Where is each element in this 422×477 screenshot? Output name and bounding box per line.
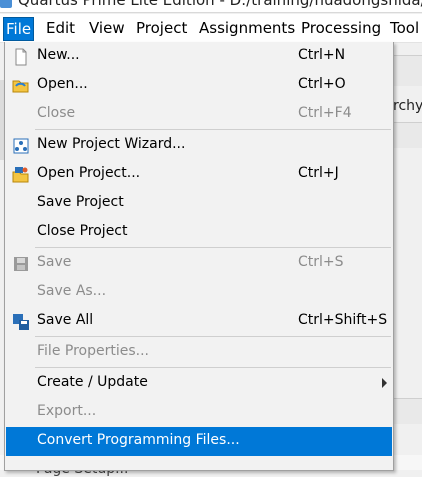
menu-item-save-all[interactable]: Save All Ctrl+Shift+S [6,307,392,336]
menu-item-file-properties[interactable]: File Properties... [6,338,392,367]
menu-tools[interactable]: Tool [388,17,421,39]
menu-separator [35,367,391,368]
menu-item-open-project[interactable]: Open Project... Ctrl+J [6,160,392,189]
menu-item-shortcut: Ctrl+S [298,254,344,270]
menu-item-new[interactable]: New... Ctrl+N [6,42,392,71]
menu-item-save[interactable]: Save Ctrl+S [6,249,392,278]
new-file-icon [12,48,30,66]
menu-item-label: Save All [37,312,94,328]
menu-file[interactable]: File [3,17,35,41]
open-folder-icon [12,77,30,95]
open-project-icon [12,166,30,184]
menu-item-shortcut: Ctrl+F4 [298,105,352,121]
menu-item-label: Open Project... [37,165,141,181]
menu-item-label: Close [37,105,76,121]
menu-view[interactable]: View [87,17,127,39]
background-toolbar [392,55,422,86]
menu-separator [35,336,391,337]
menu-item-shortcut: Ctrl+J [298,165,339,181]
submenu-arrow-icon [382,378,387,388]
menu-item-open[interactable]: Open... Ctrl+O [6,71,392,100]
menu-bar: File Edit View Project Assignments Proce… [0,14,422,43]
menu-item-label: Convert Programming Files... [37,432,240,448]
save-icon [12,255,30,273]
title-bar: Quartus Prime Lite Edition - D:/training… [0,0,422,13]
menu-item-save-project[interactable]: Save Project [6,189,392,218]
menu-item-create-update[interactable]: Create / Update [6,369,392,398]
save-all-icon [12,313,30,331]
menu-separator [35,247,391,248]
background-panel-header [392,122,422,148]
menu-item-label: File Properties... [37,343,149,359]
menu-item-label: Close Project [37,223,128,239]
menu-item-shortcut: Ctrl+Shift+S [298,312,388,328]
menu-item-label: Save Project [37,194,124,210]
menu-item-label: New Project Wizard... [37,136,186,152]
menu-item-shortcut: Ctrl+O [298,76,346,92]
background-panel-strip [392,398,422,424]
menu-assignments[interactable]: Assignments [197,17,297,39]
menu-project[interactable]: Project [134,17,189,39]
menu-item-label: Open... [37,76,88,92]
menu-item-new-project-wizard[interactable]: New Project Wizard... [6,131,392,160]
window-title: Quartus Prime Lite Edition - D:/training… [18,0,422,9]
menu-separator [35,129,391,130]
menu-item-export[interactable]: Export... [6,398,392,427]
menu-item-label: Save As... [37,283,107,299]
menu-edit[interactable]: Edit [44,17,77,39]
menu-item-shortcut: Ctrl+N [298,47,346,63]
menu-item-convert-programming-files[interactable]: Convert Programming Files... [6,427,392,456]
project-wizard-icon [12,137,30,155]
background-hierarchy-label: rchy [393,98,422,114]
menu-processing[interactable]: Processing [299,17,383,39]
menu-item-save-as[interactable]: Save As... [6,278,392,307]
menu-item-label: Save [37,254,72,270]
menu-item-label: Export... [37,403,97,419]
menu-item-label: Create / Update [37,374,148,390]
menu-item-close[interactable]: Close Ctrl+F4 [6,100,392,129]
menu-item-close-project[interactable]: Close Project [6,218,392,247]
quartus-app-icon [0,0,12,8]
menu-item-label: New... [37,47,80,63]
file-menu-dropdown: New... Ctrl+N Open... Ctrl+O Close Ctrl+… [4,42,394,471]
